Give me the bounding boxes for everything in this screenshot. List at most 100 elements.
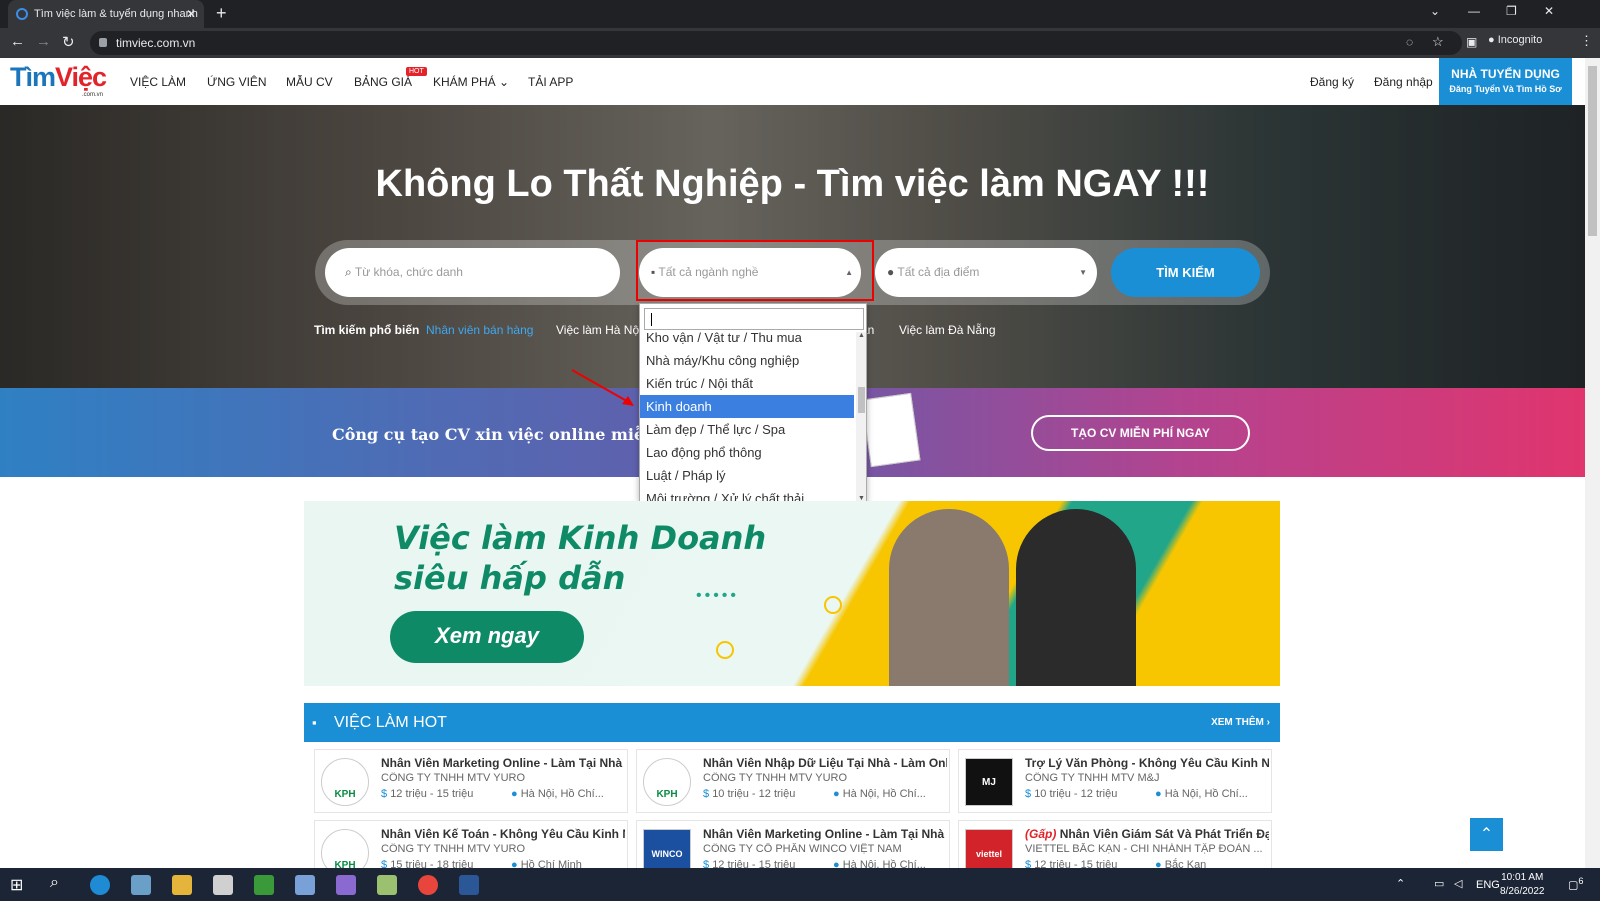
menu-bang-gia[interactable]: BẢNG GIÁ <box>354 75 412 89</box>
restore-icon[interactable]: ❐ <box>1506 4 1517 18</box>
menu-tai-app[interactable]: TẢI APP <box>528 75 573 89</box>
edge-icon[interactable] <box>90 875 110 895</box>
dropdown-scrollbar[interactable]: ▲ ▼ <box>856 332 866 501</box>
star-icon[interactable]: ☆ <box>1432 34 1444 50</box>
circle-decoration-icon <box>716 641 734 659</box>
map-marker-icon: ● <box>887 265 895 279</box>
site-header: TìmViệc .com.vn VIỆC LÀM ỨNG VIÊN MẪU CV… <box>0 58 1585 105</box>
employer-subtitle: Đăng Tuyển Và Tìm Hồ Sơ <box>1449 84 1562 94</box>
incognito-indicator[interactable]: ● Incognito <box>1488 34 1542 46</box>
app-icon[interactable] <box>131 875 151 895</box>
windows-start-icon[interactable]: ⊞ <box>10 875 23 895</box>
job-title[interactable]: Nhân Viên Kế Toán - Không Yêu Cầu Kinh N… <box>381 827 625 841</box>
back-icon[interactable]: ← <box>10 33 25 50</box>
windows-taskbar: ⊞ ⌕ ⌃ ▭ ◁ ENG 10:01 AM 8/26/2022 ▢6 <box>0 868 1600 901</box>
chrome-icon[interactable] <box>418 875 438 895</box>
job-title[interactable]: Nhân Viên Marketing Online - Làm Tại Nhà… <box>381 756 625 770</box>
menu-ung-vien[interactable]: ỨNG VIÊN <box>207 75 267 89</box>
job-company: CÔNG TY CỔ PHẦN WINCO VIỆT NAM <box>703 843 902 855</box>
volume-icon[interactable]: ◁ <box>1454 877 1462 890</box>
industry-option[interactable]: Làm đẹp / Thể lực / Spa <box>640 418 854 441</box>
app-icon[interactable] <box>213 875 233 895</box>
forward-icon[interactable]: → <box>36 33 51 50</box>
job-title[interactable]: Nhân Viên Nhập Dữ Liệu Tại Nhà - Làm Onl… <box>703 756 947 770</box>
search-button[interactable]: TÌM KIẾM <box>1111 248 1260 297</box>
search-icon: ⌕ <box>345 265 352 279</box>
logo-domain: .com.vn <box>82 92 104 98</box>
job-title[interactable]: Nhân Viên Marketing Online - Làm Tại Nhà… <box>703 827 947 841</box>
industry-option-selected[interactable]: Kinh doanh <box>640 395 854 418</box>
language-indicator[interactable]: ENG <box>1476 879 1500 891</box>
page-scrollbar[interactable] <box>1585 58 1600 868</box>
clock[interactable]: 10:01 AM 8/26/2022 <box>1500 871 1545 899</box>
popular-link-1[interactable]: Nhân viên bán hàng <box>426 323 533 337</box>
create-cv-button[interactable]: TẠO CV MIỄN PHÍ NGAY <box>1031 415 1250 451</box>
page-scroll-thumb[interactable] <box>1588 66 1597 236</box>
file-explorer-icon[interactable] <box>172 875 192 895</box>
dollar-icon: $ <box>1025 788 1032 800</box>
menu-kebab-icon[interactable]: ⋮ <box>1580 33 1593 49</box>
urgent-tag: (Gấp) <box>1025 827 1057 841</box>
notepad-icon[interactable] <box>254 875 274 895</box>
see-more-link[interactable]: XEM THÊM › <box>1211 717 1270 728</box>
minimize-icon[interactable]: — <box>1468 4 1480 18</box>
logo-part2: Việc <box>55 62 107 92</box>
keyword-input[interactable]: ⌕ Từ khóa, chức danh <box>325 248 620 297</box>
popular-link-2[interactable]: Việc làm Hà Nội <box>556 323 642 337</box>
popular-link-4[interactable]: Việc làm Đà Nẵng <box>899 323 996 337</box>
industry-option[interactable]: Lao động phổ thông <box>640 441 854 464</box>
scroll-up-icon[interactable]: ▲ <box>858 332 865 339</box>
scroll-to-top-button[interactable]: ⌃ <box>1470 818 1503 851</box>
search-icon[interactable]: ⌕ <box>50 874 59 892</box>
network-icon[interactable]: ▭ <box>1434 877 1444 890</box>
notification-icon[interactable]: ▢6 <box>1568 876 1584 892</box>
tray-chevron-icon[interactable]: ⌃ <box>1396 877 1405 890</box>
location-placeholder: Tất cả địa điểm <box>897 265 980 279</box>
salary-text: 10 triệu - 12 triệu <box>1034 788 1118 800</box>
window-close-icon[interactable]: ✕ <box>1544 4 1554 18</box>
map-marker-icon: ● <box>833 788 840 800</box>
menu-viec-lam[interactable]: VIỆC LÀM <box>130 75 186 89</box>
app-icon[interactable] <box>377 875 397 895</box>
industry-option[interactable]: Môi trường / Xử lý chất thải <box>640 487 854 501</box>
job-card[interactable]: KPH Nhân Viên Marketing Online - Làm Tại… <box>314 749 628 813</box>
location-text: Hà Nội, Hồ Chí... <box>1164 788 1248 800</box>
hot-badge: HOT <box>406 67 427 76</box>
browser-tab[interactable]: Tìm việc làm & tuyển dụng nhanh ✕ <box>8 0 204 28</box>
address-bar[interactable]: timviec.com.vn <box>90 31 1462 55</box>
calculator-icon[interactable] <box>295 875 315 895</box>
job-card[interactable]: MJ Trợ Lý Văn Phòng - Không Yêu Cầu Kinh… <box>958 749 1272 813</box>
location-text: Hà Nội, Hồ Chí... <box>520 788 604 800</box>
word-icon[interactable] <box>459 875 479 895</box>
site-logo[interactable]: TìmViệc <box>10 62 107 93</box>
map-marker-icon: ● <box>511 788 518 800</box>
employer-button[interactable]: NHÀ TUYỂN DỤNG Đăng Tuyển Và Tìm Hồ Sơ <box>1439 58 1572 105</box>
menu-kham-pha[interactable]: KHÁM PHÁ ⌄ <box>433 75 509 89</box>
tab-search-icon[interactable]: ⌄ <box>1430 4 1440 18</box>
see-more-label: XEM THÊM <box>1211 717 1264 728</box>
dropdown-scroll-thumb[interactable] <box>858 387 865 413</box>
tab-title: Tìm việc làm & tuyển dụng nhanh <box>34 8 198 20</box>
register-link[interactable]: Đăng ký <box>1310 75 1354 89</box>
location-select[interactable]: ● Tất cả địa điểm ▼ <box>875 248 1097 297</box>
job-card[interactable]: KPH Nhân Viên Nhập Dữ Liệu Tại Nhà - Làm… <box>636 749 950 813</box>
tab-close-icon[interactable]: ✕ <box>186 0 196 28</box>
highlight-box <box>636 240 874 301</box>
app-icon[interactable] <box>336 875 356 895</box>
industry-option[interactable]: Kiến trúc / Nội thất <box>640 372 854 395</box>
logo-text: WINCO <box>651 849 683 859</box>
industry-option[interactable]: Nhà máy/Khu công nghiệp <box>640 349 854 372</box>
industry-option[interactable]: Luật / Pháp lý <box>640 464 854 487</box>
login-link[interactable]: Đăng nhập <box>1374 75 1433 89</box>
menu-mau-cv[interactable]: MẪU CV <box>286 75 333 89</box>
reload-icon[interactable]: ↻ <box>62 33 75 51</box>
job-title[interactable]: Trợ Lý Văn Phòng - Không Yêu Cầu Kinh Ng… <box>1025 756 1269 770</box>
job-title[interactable]: (Gấp) Nhân Viên Giám Sát Và Phát Triển Đ… <box>1025 827 1269 841</box>
promo-banner[interactable]: Việc làm Kinh Doanh siêu hấp dẫn Xem nga… <box>304 501 1280 686</box>
eye-off-icon[interactable]: ◌ <box>1406 35 1413 49</box>
side-panel-icon[interactable]: ▣ <box>1466 35 1477 49</box>
notification-count: 6 <box>1578 876 1584 886</box>
new-tab-button[interactable]: + <box>216 3 227 24</box>
view-now-button[interactable]: Xem ngay <box>390 611 584 663</box>
industry-option[interactable]: Kho vận / Vật tư / Thu mua <box>640 326 854 349</box>
